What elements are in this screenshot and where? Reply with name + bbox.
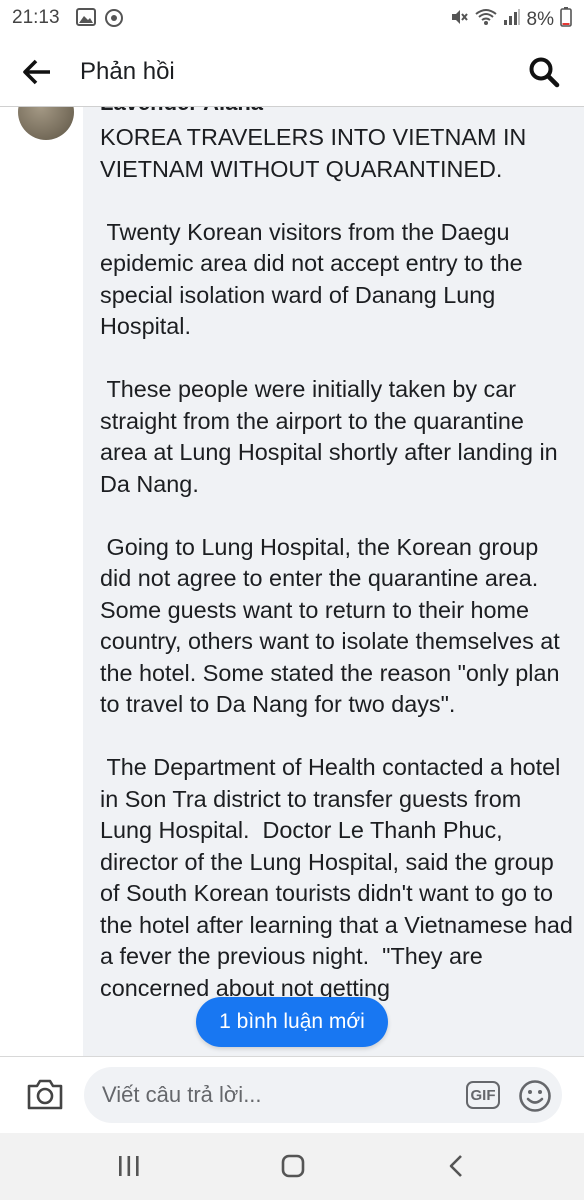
page-title: Phản hồi — [80, 58, 175, 85]
emoji-icon[interactable] — [518, 1079, 552, 1113]
search-icon[interactable] — [528, 56, 560, 88]
status-left-icons — [76, 8, 124, 34]
mute-icon — [449, 7, 469, 33]
back-arrow-icon[interactable] — [22, 58, 54, 86]
gallery-icon — [76, 8, 96, 34]
wifi-icon — [474, 8, 497, 32]
home-icon[interactable] — [280, 1154, 306, 1178]
comment-text: KOREA TRAVELERS INTO VIETNAM IN VIETNAM … — [100, 124, 573, 1001]
status-right: 8% — [449, 7, 572, 33]
back-icon[interactable] — [444, 1154, 470, 1178]
battery-percent: 8% — [526, 9, 554, 30]
comment-thread: Lavender Alana KOREA TRAVELERS INTO VIET… — [0, 106, 584, 1056]
new-comments-button[interactable]: 1 bình luận mới — [196, 997, 388, 1047]
status-time: 21:13 — [12, 7, 60, 28]
battery-icon — [560, 7, 572, 33]
avatar[interactable] — [18, 106, 74, 140]
nav-bar — [0, 1132, 584, 1200]
recent-apps-icon[interactable] — [116, 1154, 142, 1178]
sync-icon — [104, 8, 124, 34]
signal-icon — [503, 8, 521, 32]
camera-icon[interactable] — [26, 1077, 64, 1111]
reply-composer: GIF — [0, 1056, 584, 1133]
status-bar: 21:13 8% — [0, 0, 584, 36]
gif-icon[interactable]: GIF — [466, 1081, 500, 1109]
header: Phản hồi — [0, 36, 584, 107]
comment-author[interactable]: Lavender Alana — [100, 106, 263, 116]
